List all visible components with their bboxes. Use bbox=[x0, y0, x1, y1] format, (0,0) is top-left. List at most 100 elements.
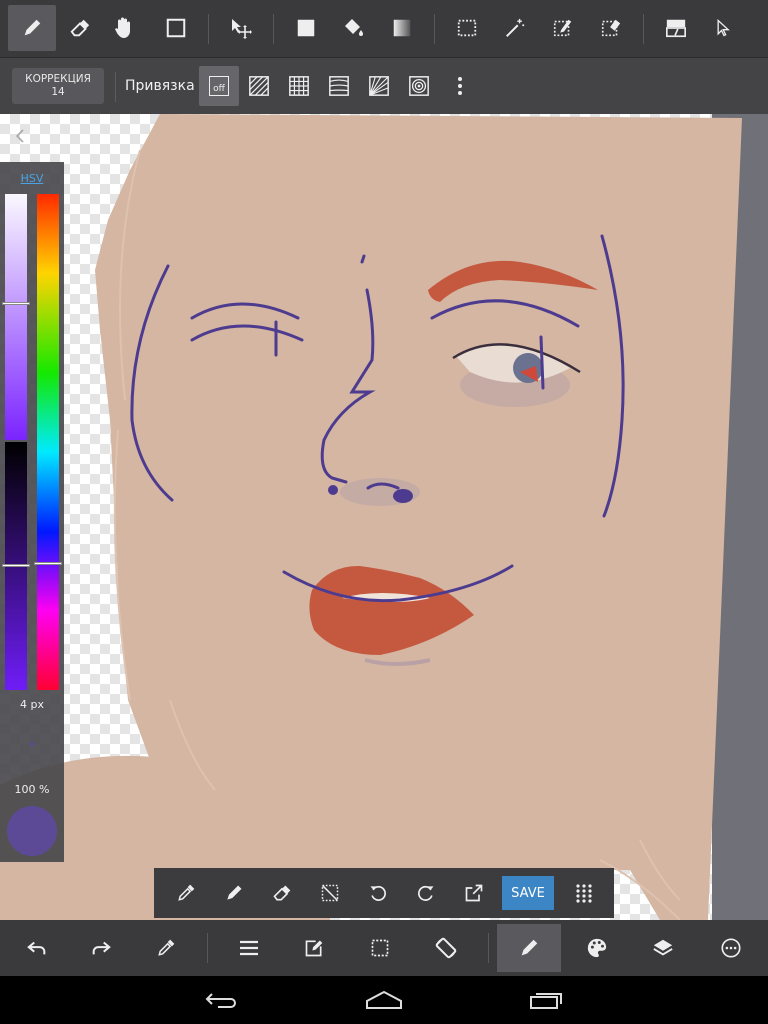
correction-label: КОРРЕКЦИЯ bbox=[25, 73, 91, 85]
system-nav-bar bbox=[0, 976, 768, 1024]
redo-quick-button[interactable] bbox=[406, 873, 446, 913]
bucket-tool-button[interactable] bbox=[330, 5, 378, 51]
rectangle-tool-button[interactable] bbox=[152, 5, 200, 51]
move-tool-button[interactable] bbox=[217, 5, 265, 51]
snap-curve-button[interactable] bbox=[319, 66, 359, 106]
eyedropper-button[interactable] bbox=[166, 873, 206, 913]
quick-eraser-button[interactable] bbox=[262, 873, 302, 913]
palette-icon bbox=[587, 938, 607, 958]
snap-toolbar: КОРРЕКЦИЯ 14 Привязка off bbox=[0, 57, 768, 115]
main-toolbar bbox=[0, 0, 768, 57]
undo-icon bbox=[27, 941, 46, 955]
color-palette-button[interactable] bbox=[565, 924, 629, 972]
pen-icon bbox=[24, 19, 41, 36]
color-mode-toggle[interactable]: HSV bbox=[0, 172, 64, 185]
quick-actions-bar: SAVE bbox=[154, 868, 614, 918]
pointer-tool-button[interactable] bbox=[700, 5, 748, 51]
eraser-icon bbox=[70, 19, 90, 37]
brush-button[interactable] bbox=[497, 924, 561, 972]
deselect-icon bbox=[321, 884, 339, 902]
current-color-swatch[interactable] bbox=[7, 806, 57, 856]
menu-button[interactable] bbox=[217, 924, 281, 972]
bucket-icon bbox=[345, 19, 363, 36]
rotate-ccw-icon bbox=[370, 885, 386, 901]
opacity-label: 100 % bbox=[14, 783, 50, 796]
layers-icon bbox=[653, 939, 673, 956]
selection-button[interactable] bbox=[348, 924, 412, 972]
rotate-cw-icon bbox=[418, 885, 434, 901]
correction-value: 14 bbox=[51, 86, 65, 98]
layer-split-tool-button[interactable] bbox=[652, 5, 700, 51]
brush-size-label: 4 px bbox=[20, 698, 44, 711]
snap-off-text: off bbox=[213, 84, 225, 94]
select-eraser-tool-button[interactable] bbox=[587, 5, 635, 51]
eraser-tool-button[interactable] bbox=[56, 5, 104, 51]
bottom-toolbar bbox=[0, 920, 768, 976]
select-rect-icon bbox=[371, 939, 389, 957]
select-eraser-icon bbox=[601, 19, 621, 37]
snap-concentric-icon bbox=[409, 76, 429, 96]
color-panel: HSV 4 px 100 % bbox=[0, 162, 64, 862]
snap-radial-button[interactable] bbox=[359, 66, 399, 106]
save-button[interactable]: SAVE bbox=[502, 876, 554, 910]
redo-button[interactable] bbox=[69, 924, 133, 972]
snap-off-button[interactable]: off bbox=[199, 66, 239, 106]
brush-size-preview bbox=[30, 742, 34, 746]
fill-square-icon bbox=[297, 19, 315, 37]
artwork bbox=[0, 114, 768, 920]
rotate-canvas-button[interactable] bbox=[414, 924, 478, 972]
rectangle-icon bbox=[166, 18, 186, 38]
more-options-button[interactable] bbox=[440, 66, 480, 106]
hue-slider[interactable] bbox=[34, 194, 62, 690]
undo-quick-button[interactable] bbox=[358, 873, 398, 913]
eyedropper-icon bbox=[178, 884, 195, 901]
correction-button[interactable]: КОРРЕКЦИЯ 14 bbox=[12, 68, 104, 104]
chevron-left-icon bbox=[15, 129, 24, 143]
nav-home-button[interactable] bbox=[354, 982, 414, 1018]
edit-square-icon bbox=[305, 940, 323, 957]
undo-button[interactable] bbox=[5, 924, 69, 972]
snap-parallel-button[interactable] bbox=[239, 66, 279, 106]
gradient-tool-button[interactable] bbox=[378, 5, 426, 51]
select-rect-icon bbox=[457, 19, 477, 37]
eraser-icon bbox=[273, 885, 291, 901]
select-rect-tool-button[interactable] bbox=[443, 5, 491, 51]
snap-curve-icon bbox=[329, 76, 349, 96]
nav-back-button[interactable] bbox=[192, 982, 252, 1018]
value-slider[interactable] bbox=[2, 442, 30, 690]
export-button[interactable] bbox=[454, 873, 494, 913]
pen-tool-button[interactable] bbox=[8, 5, 56, 51]
fill-square-tool-button[interactable] bbox=[282, 5, 330, 51]
select-pen-tool-button[interactable] bbox=[539, 5, 587, 51]
select-pen-icon bbox=[553, 19, 572, 37]
nav-recents-button[interactable] bbox=[516, 982, 576, 1018]
pointer-icon bbox=[717, 18, 730, 37]
home-icon bbox=[366, 990, 402, 1009]
quick-pen-button[interactable] bbox=[214, 873, 254, 913]
menu-icon bbox=[240, 940, 258, 956]
eyedropper-bottom-button[interactable] bbox=[134, 924, 198, 972]
recents-icon bbox=[530, 993, 562, 1009]
layer-split-icon bbox=[666, 19, 686, 38]
magic-wand-tool-button[interactable] bbox=[491, 5, 539, 51]
snap-concentric-button[interactable] bbox=[399, 66, 439, 106]
deselect-button[interactable] bbox=[310, 873, 350, 913]
more-circle-icon bbox=[721, 938, 741, 958]
pen-icon bbox=[227, 885, 242, 900]
snap-off-icon: off bbox=[209, 76, 229, 96]
back-icon bbox=[205, 993, 236, 1008]
more-menu-button[interactable] bbox=[699, 924, 763, 972]
external-link-icon bbox=[465, 884, 483, 902]
eyedropper-icon bbox=[158, 939, 175, 956]
snap-grid-button[interactable] bbox=[279, 66, 319, 106]
magic-wand-icon bbox=[506, 18, 525, 37]
grid-dots-icon bbox=[576, 884, 592, 903]
hand-tool-button[interactable] bbox=[100, 5, 148, 51]
saturation-slider[interactable] bbox=[2, 194, 30, 440]
grid-menu-button[interactable] bbox=[564, 873, 604, 913]
layers-button[interactable] bbox=[631, 924, 695, 972]
edit-button[interactable] bbox=[282, 924, 346, 972]
drawing-canvas[interactable] bbox=[0, 114, 768, 920]
snap-parallel-icon bbox=[249, 76, 269, 96]
collapse-panel-button[interactable] bbox=[14, 128, 26, 144]
